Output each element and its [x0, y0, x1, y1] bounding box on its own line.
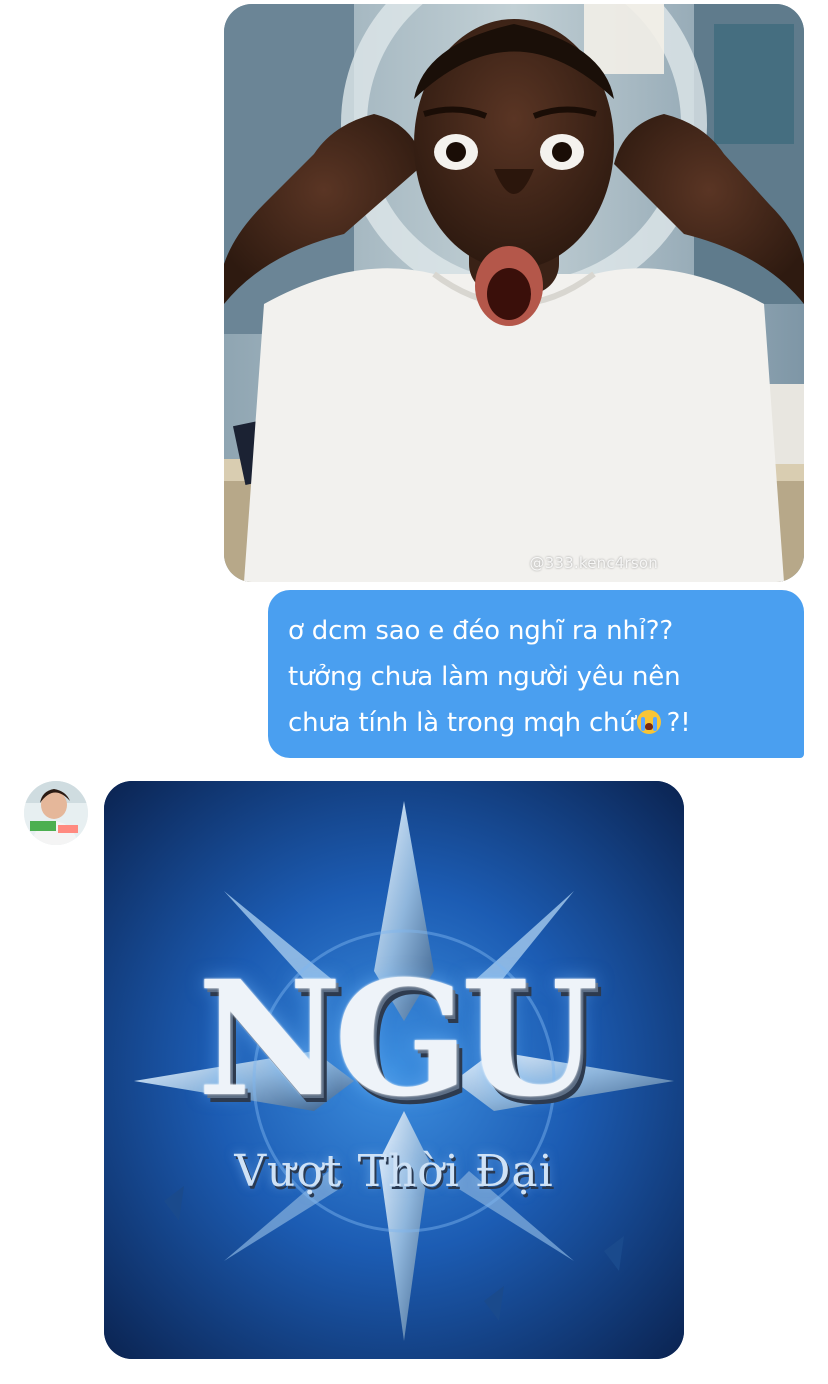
- message-line-3-text: chưa tính là trong mqh chứ: [288, 708, 636, 738]
- meme-photo: [224, 4, 804, 582]
- message-line-2: tưởng chưa làm người yêu nên: [288, 662, 681, 692]
- sent-text-bubble[interactable]: ơ dcm sao e đéo nghĩ ra nhỉ?? tưởng chưa…: [268, 590, 804, 758]
- chat-thread: @333.kenc4rson ơ dcm sao e đéo nghĩ ra n…: [0, 0, 828, 1384]
- contact-avatar[interactable]: [24, 781, 88, 845]
- avatar-icon: [24, 781, 88, 845]
- message-line-1: ơ dcm sao e đéo nghĩ ra nhỉ??: [288, 616, 673, 646]
- sent-image-message[interactable]: @333.kenc4rson: [224, 4, 804, 582]
- message-line-3: chưa tính là trong mqh chứ?!: [288, 700, 786, 746]
- received-image-message[interactable]: NGU Vượt Thời Đại: [104, 781, 684, 1359]
- logo-title: NGU: [197, 947, 598, 1132]
- message-trailing-text: ?!: [666, 708, 691, 738]
- loudly-crying-face-icon: [636, 710, 661, 734]
- logo-subtitle: Vượt Thời Đại: [234, 1146, 554, 1197]
- tiktok-watermark: @333.kenc4rson: [529, 554, 658, 572]
